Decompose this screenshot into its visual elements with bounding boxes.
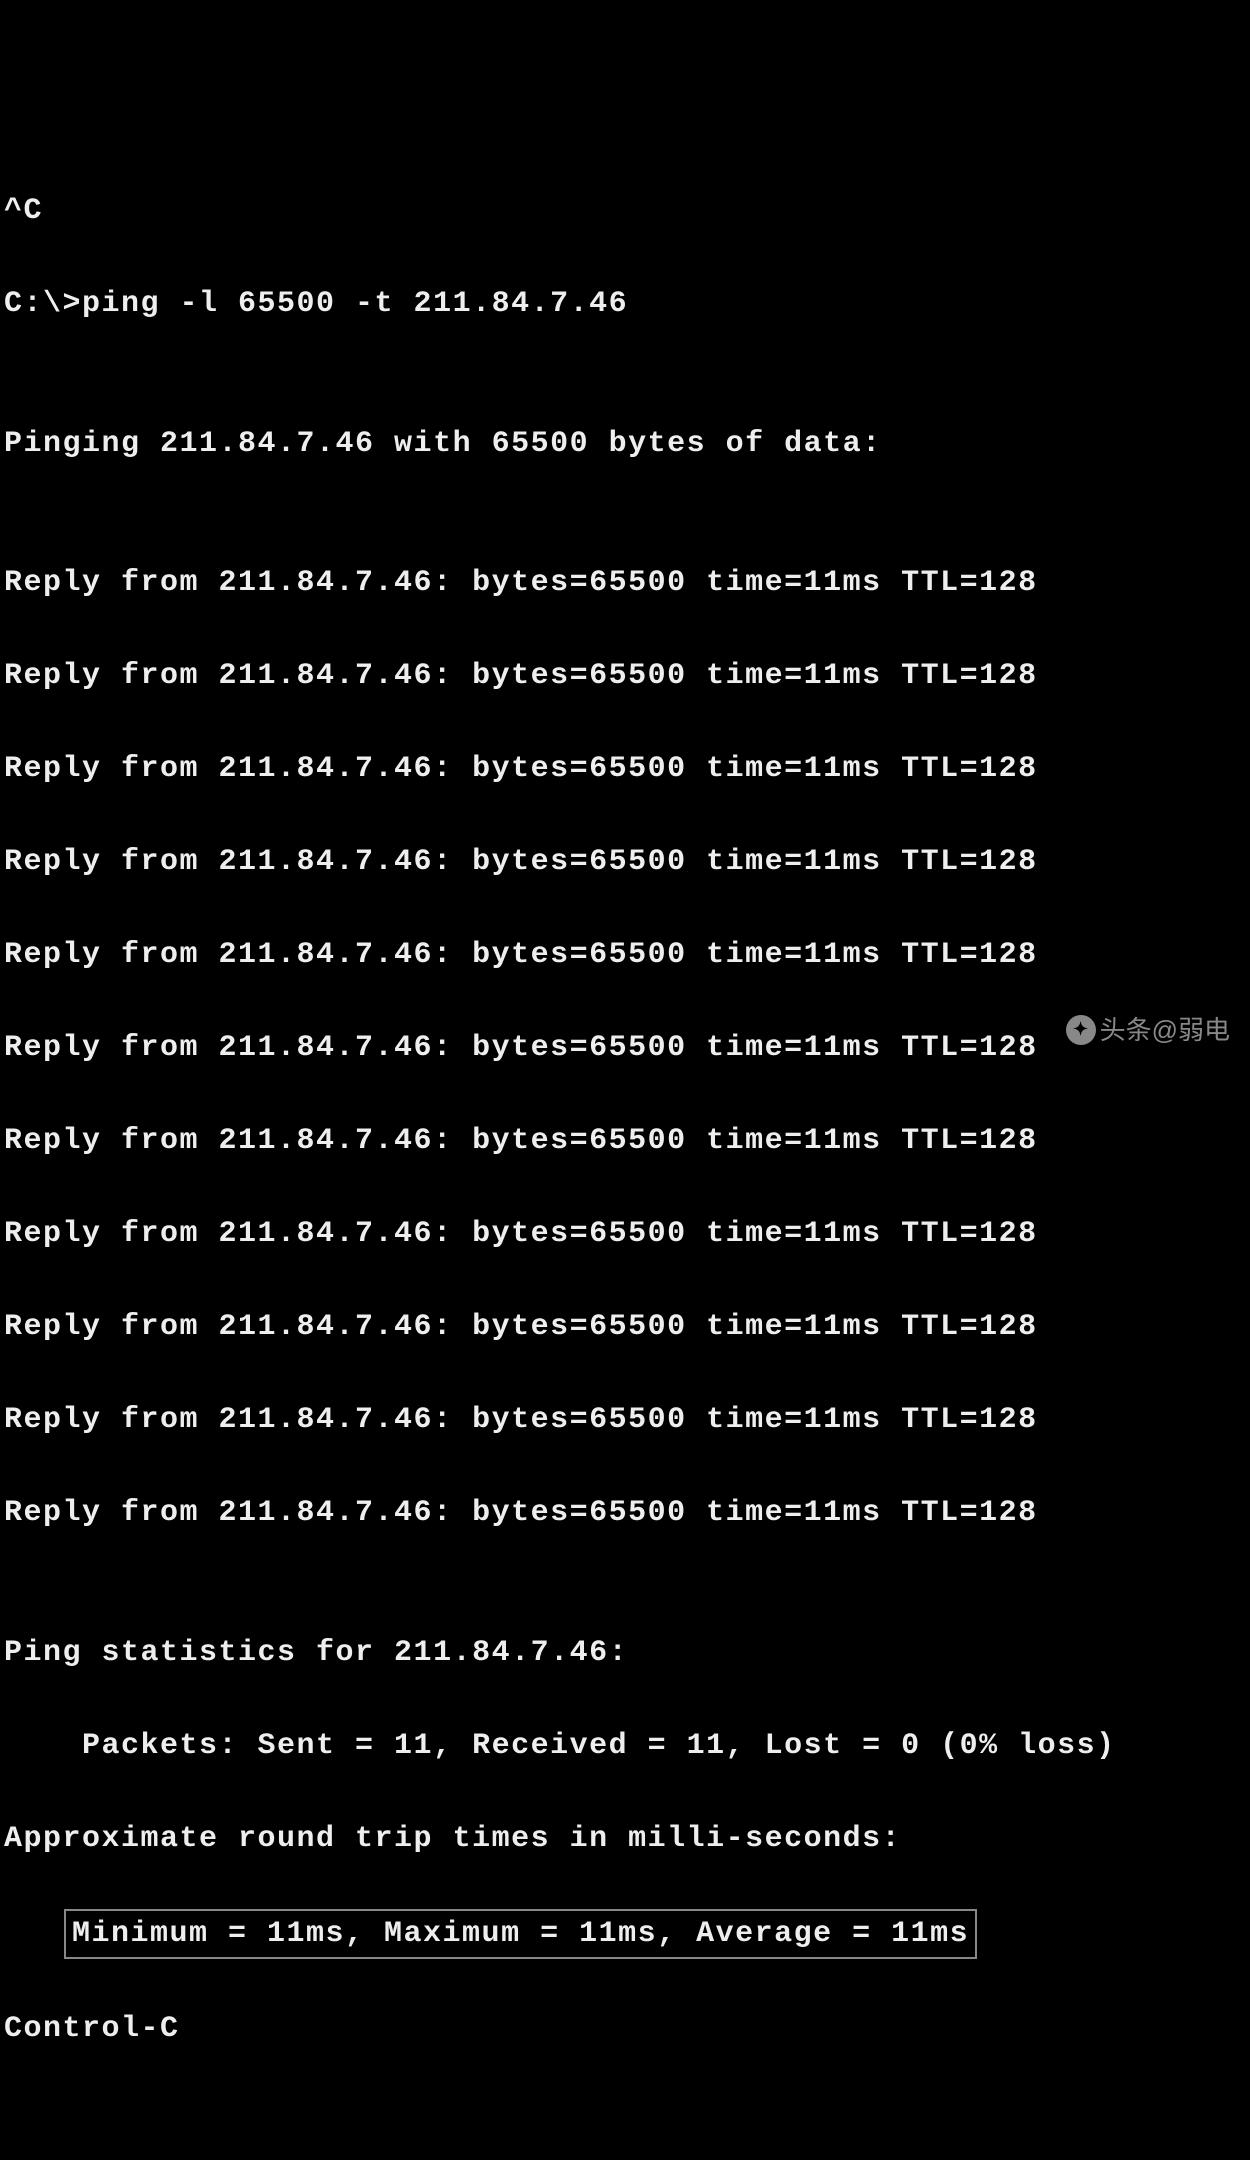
ping-reply-line: Reply from 211.84.7.46: bytes=65500 time…: [4, 1118, 1246, 1165]
ping-reply-line: Reply from 211.84.7.46: bytes=65500 time…: [4, 839, 1246, 886]
wechat-icon: ✦: [1066, 1015, 1096, 1045]
command-prompt-line: C:\>ping -l 65500 -t 211.84.7.46: [4, 281, 1246, 328]
ping-reply-line: Reply from 211.84.7.46: bytes=65500 time…: [4, 1211, 1246, 1258]
watermark: ✦ 头条@弱电: [1066, 1010, 1230, 1050]
ping-reply-line: Reply from 211.84.7.46: bytes=65500 time…: [4, 1397, 1246, 1444]
watermark-text: 头条@弱电: [1100, 1010, 1230, 1050]
interrupt-signal: ^C: [4, 188, 1246, 235]
ping-reply-line: Reply from 211.84.7.46: bytes=65500 time…: [4, 746, 1246, 793]
ping-reply-line: Reply from 211.84.7.46: bytes=65500 time…: [4, 1490, 1246, 1537]
round-trip-header: Approximate round trip times in milli-se…: [4, 1816, 1246, 1863]
ping-reply-line: Reply from 211.84.7.46: bytes=65500 time…: [4, 1304, 1246, 1351]
ping-reply-line: Reply from 211.84.7.46: bytes=65500 time…: [4, 560, 1246, 607]
ping-reply-line: Reply from 211.84.7.46: bytes=65500 time…: [4, 653, 1246, 700]
ping-reply-line: Reply from 211.84.7.46: bytes=65500 time…: [4, 1025, 1246, 1072]
packets-stats: Packets: Sent = 11, Received = 11, Lost …: [4, 1723, 1246, 1770]
control-c-line: Control-C: [4, 2006, 1246, 2053]
minmax-line-wrapper: Minimum = 11ms, Maximum = 11ms, Average …: [4, 1909, 1246, 1960]
pinging-header: Pinging 211.84.7.46 with 65500 bytes of …: [4, 421, 1246, 468]
ping-reply-line: Reply from 211.84.7.46: bytes=65500 time…: [4, 932, 1246, 979]
stats-header: Ping statistics for 211.84.7.46:: [4, 1630, 1246, 1677]
minmax-stats: Minimum = 11ms, Maximum = 11ms, Average …: [64, 1909, 977, 1960]
